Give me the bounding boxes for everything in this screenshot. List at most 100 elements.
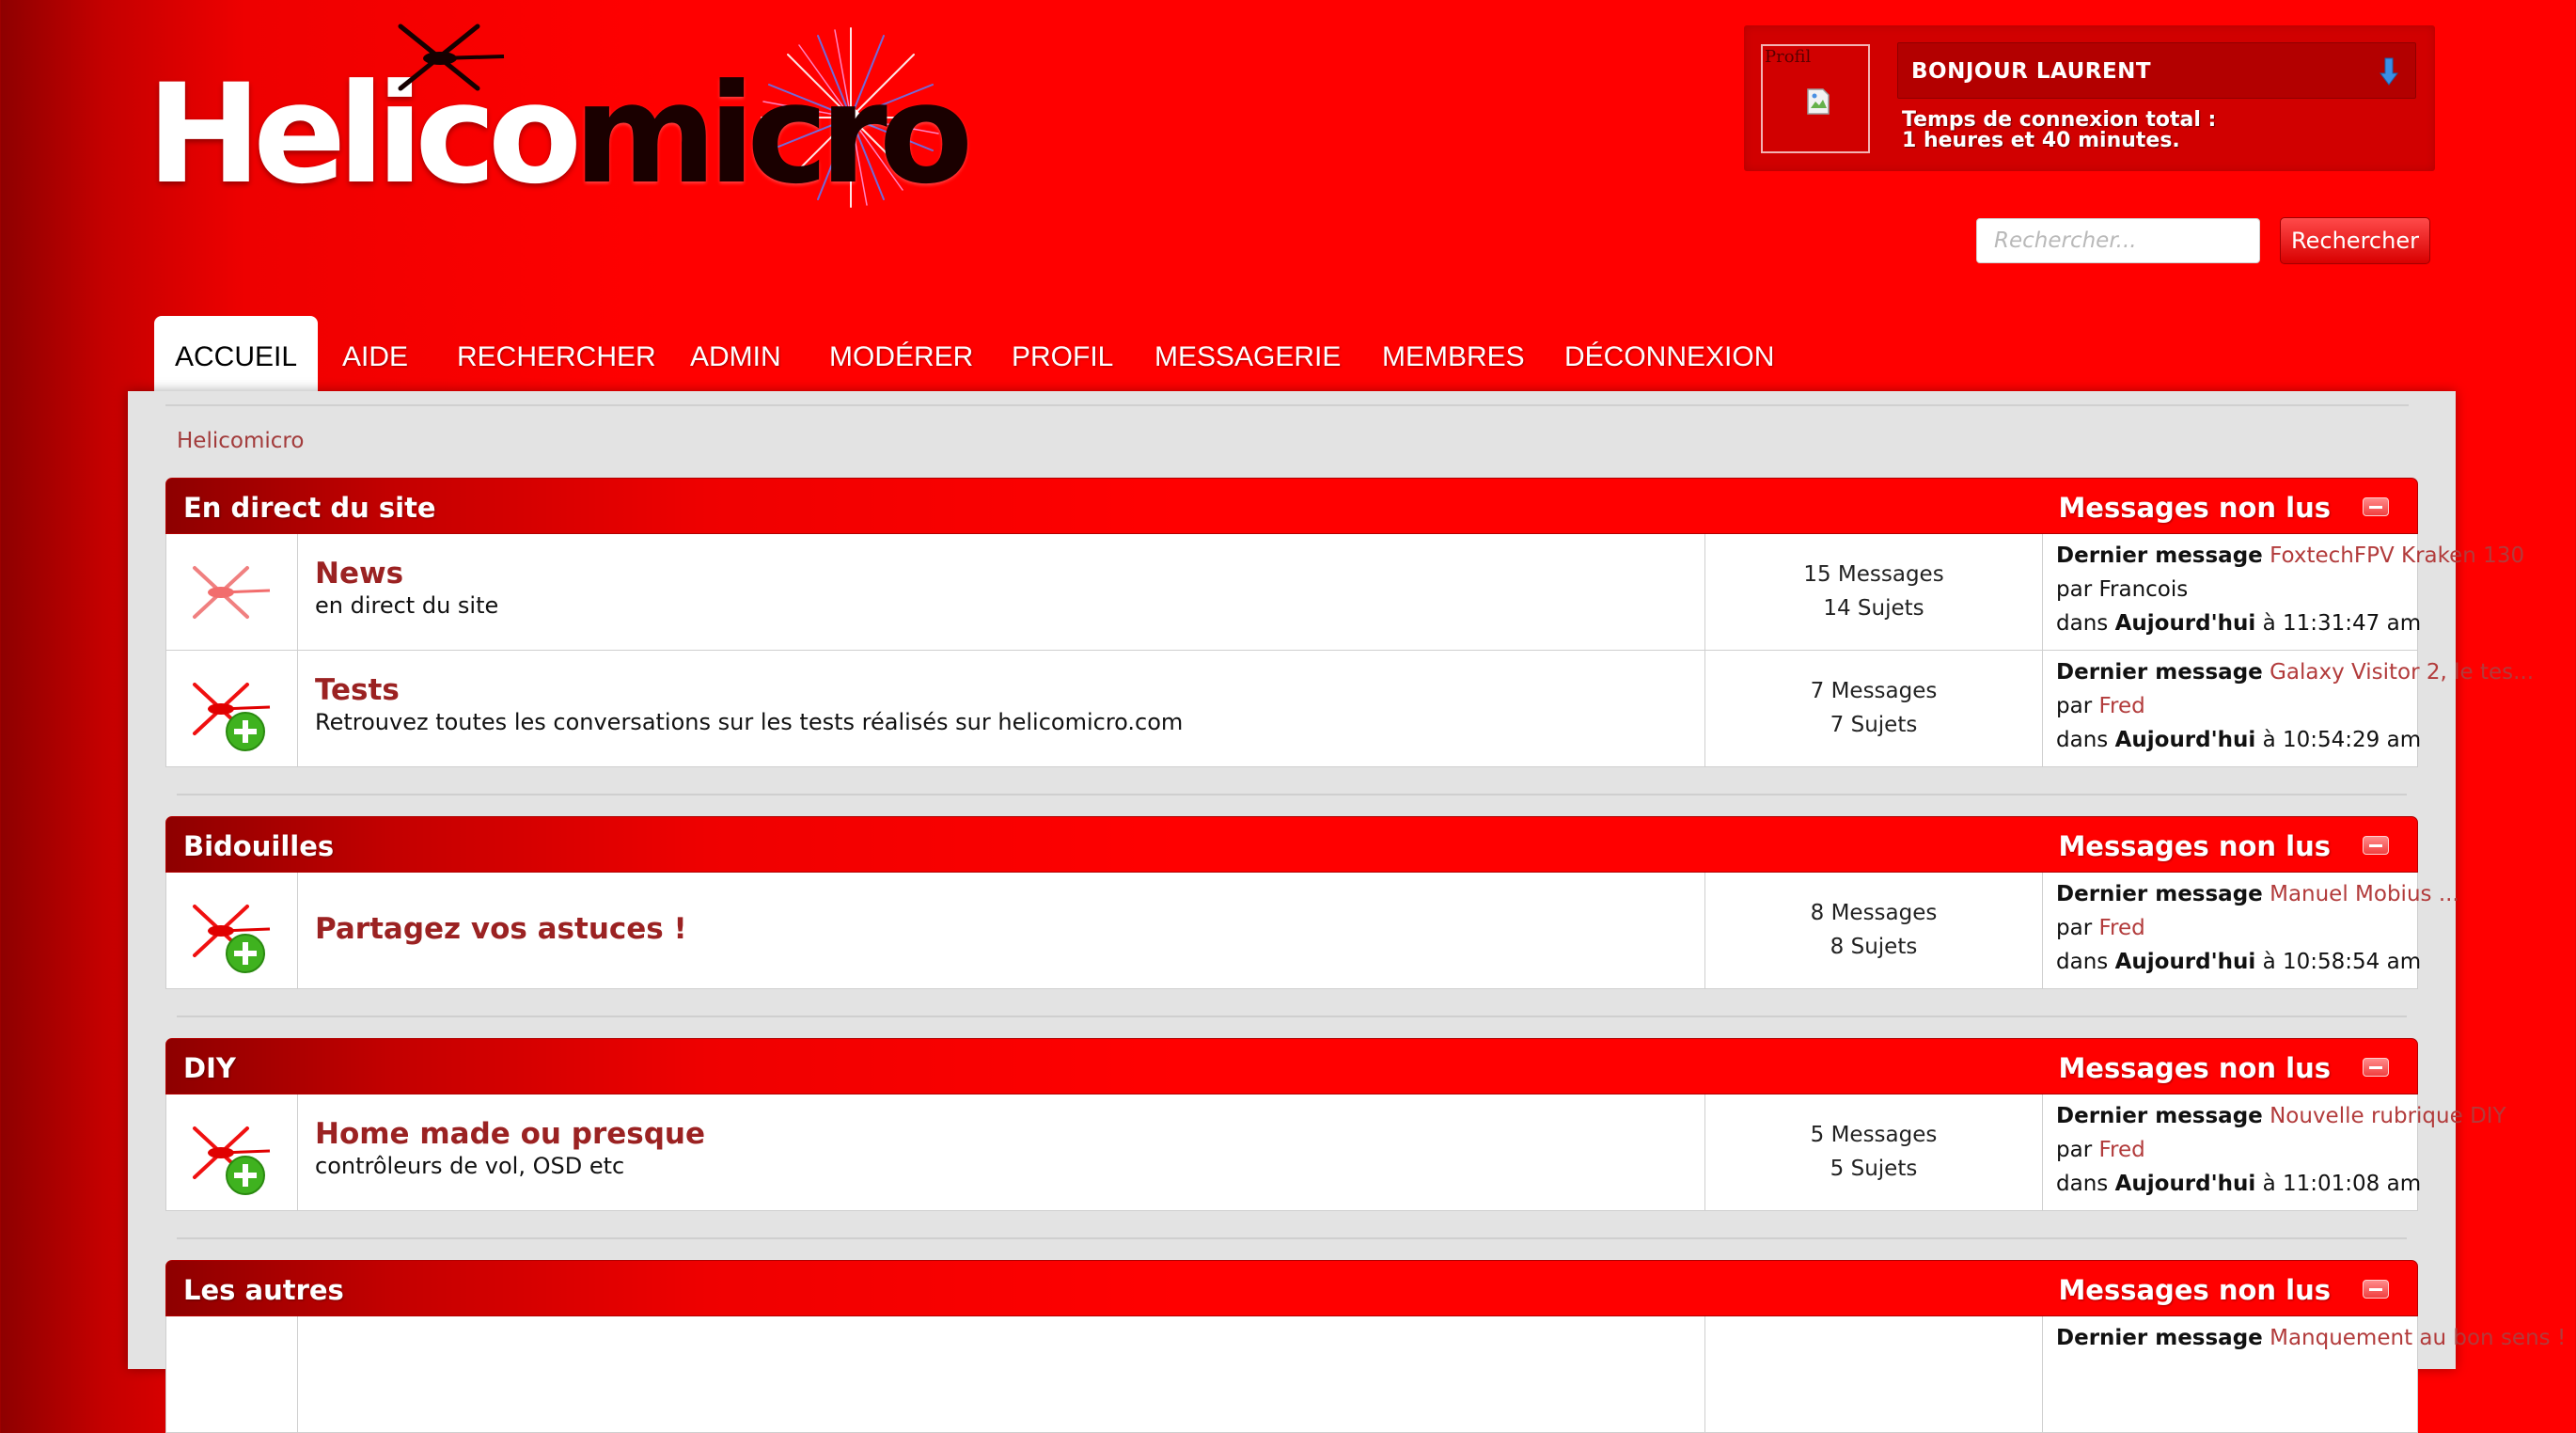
- user-greeting: BONJOUR LAURENT: [1911, 59, 2152, 84]
- nav-profil[interactable]: PROFIL: [1012, 316, 1113, 391]
- collapse-icon[interactable]: [2363, 836, 2389, 855]
- last-post-day: Aujourd'hui: [2114, 950, 2256, 974]
- category-bidouilles: Bidouilles Messages non lus Partagez vos: [165, 816, 2459, 989]
- nav-aide[interactable]: AIDE: [342, 316, 408, 391]
- in-label: dans: [2056, 1172, 2109, 1196]
- divider: [177, 1237, 2407, 1239]
- logo-wordmark: Helicomicro: [147, 55, 973, 214]
- forum-stats-cell: 8 Messages 8 Sujets: [1705, 873, 2043, 988]
- last-post-time: à 11:01:08 am: [2262, 1172, 2422, 1196]
- forum-main-cell: Partagez vos astuces !: [298, 873, 1705, 988]
- forum-stats-cell: [1705, 1316, 2043, 1432]
- avatar[interactable]: Profil: [1761, 44, 1870, 153]
- in-label: dans: [2056, 728, 2109, 752]
- unread-messages-link[interactable]: Messages non lus: [2058, 830, 2331, 862]
- helicopter-new-icon: [193, 683, 271, 751]
- category-diy: DIY Messages non lus Home made ou presqu: [165, 1038, 2506, 1211]
- forum-row: Partagez vos astuces ! 8 Messages 8 Suje…: [165, 873, 2459, 989]
- forum-main-cell: Home made ou presque contrôleurs de vol,…: [298, 1094, 1705, 1210]
- last-post-title[interactable]: Galaxy Visitor 2, le tes...: [2270, 660, 2534, 685]
- nav-accueil[interactable]: ACCUEIL: [154, 316, 319, 393]
- last-post-author[interactable]: Fred: [2098, 1138, 2144, 1162]
- nav-admin[interactable]: ADMIN: [690, 316, 781, 391]
- forum-title[interactable]: Tests: [315, 673, 400, 707]
- last-post-title[interactable]: Manuel Mobius ...: [2270, 882, 2459, 906]
- search-button[interactable]: Rechercher: [2280, 217, 2430, 264]
- forum-title[interactable]: Partagez vos astuces !: [315, 912, 687, 946]
- collapse-icon[interactable]: [2363, 1058, 2389, 1077]
- forum-row: Tests Retrouvez toutes les conversations…: [165, 651, 2534, 767]
- forum-description: Retrouvez toutes les conversations sur l…: [315, 709, 1184, 735]
- nav-deconnexion[interactable]: DÉCONNEXION: [1564, 316, 1774, 391]
- message-count: 7 Messages: [1810, 679, 1938, 703]
- forum-status-cell: [166, 534, 298, 650]
- category-header: DIY Messages non lus: [165, 1038, 2418, 1094]
- last-post-author[interactable]: Fred: [2098, 694, 2144, 718]
- nav-rechercher[interactable]: RECHERCHER: [457, 316, 656, 391]
- collapse-icon[interactable]: [2363, 1280, 2389, 1299]
- nav-messagerie[interactable]: MESSAGERIE: [1154, 316, 1341, 391]
- nav-moderer[interactable]: MODÉRER: [829, 316, 973, 391]
- last-post-label: Dernier message: [2056, 1326, 2263, 1350]
- last-post-cell: Dernier message Manuel Mobius ... par Fr…: [2043, 873, 2459, 988]
- category-title[interactable]: En direct du site: [183, 492, 436, 524]
- last-post-title[interactable]: Nouvelle rubrique DIY: [2270, 1104, 2506, 1128]
- last-post-cell: Dernier message FoxtechFPV Kraken 130 pa…: [2043, 534, 2524, 650]
- collapse-icon[interactable]: [2363, 497, 2389, 516]
- unread-messages-link[interactable]: Messages non lus: [2058, 492, 2331, 524]
- divider: [177, 1016, 2407, 1017]
- forum-status-cell: [166, 651, 298, 766]
- forum-title[interactable]: News: [315, 557, 403, 591]
- site-logo[interactable]: Helicomicro: [141, 19, 973, 216]
- last-post-title[interactable]: Manquement au bon sens !: [2270, 1326, 2566, 1350]
- last-post-cell: Dernier message Nouvelle rubrique DIY pa…: [2043, 1094, 2506, 1210]
- helicopter-new-icon: [193, 1126, 271, 1195]
- nav-membres[interactable]: MEMBRES: [1382, 316, 1525, 391]
- last-post-day: Aujourd'hui: [2114, 728, 2256, 752]
- message-count: 15 Messages: [1803, 562, 1944, 587]
- divider: [177, 794, 2407, 795]
- by-label: par: [2056, 1138, 2093, 1162]
- category-header: Bidouilles Messages non lus: [165, 816, 2418, 873]
- forum-main-cell: [298, 1316, 1705, 1432]
- by-label: par: [2056, 916, 2093, 940]
- last-post-label: Dernier message: [2056, 543, 2263, 568]
- forum-main-cell: News en direct du site: [298, 534, 1705, 650]
- forum-description: en direct du site: [315, 592, 499, 619]
- user-greeting-bar[interactable]: BONJOUR LAURENT: [1897, 42, 2416, 99]
- arrow-down-icon[interactable]: [2380, 56, 2398, 87]
- forum-title[interactable]: Home made ou presque: [315, 1117, 705, 1151]
- topic-count: 14 Sujets: [1823, 596, 1924, 621]
- forum-status-cell: [166, 873, 298, 988]
- category-title[interactable]: Les autres: [183, 1274, 344, 1306]
- last-post-day: Aujourd'hui: [2114, 1172, 2256, 1196]
- topic-count: 5 Sujets: [1830, 1157, 1918, 1181]
- last-post-author[interactable]: Fred: [2098, 916, 2144, 940]
- forum-row: Home made ou presque contrôleurs de vol,…: [165, 1094, 2506, 1211]
- connection-time-value: 1 heures et 40 minutes.: [1902, 129, 2180, 152]
- forum-row: News en direct du site 15 Messages 14 Su…: [165, 534, 2524, 651]
- unread-messages-link[interactable]: Messages non lus: [2058, 1274, 2331, 1306]
- category-header: En direct du site Messages non lus: [165, 478, 2418, 534]
- last-post-label: Dernier message: [2056, 882, 2263, 906]
- last-post-author: Francois: [2098, 577, 2189, 602]
- by-label: par: [2056, 577, 2093, 602]
- user-panel: Profil BONJOUR LAURENT Temps de connexio…: [1744, 25, 2435, 171]
- forum-description: contrôleurs de vol, OSD etc: [315, 1153, 625, 1179]
- breadcrumb[interactable]: Helicomicro: [177, 429, 304, 453]
- in-label: dans: [2056, 950, 2109, 974]
- category-title[interactable]: DIY: [183, 1052, 236, 1084]
- unread-messages-link[interactable]: Messages non lus: [2058, 1052, 2331, 1084]
- last-post-time: à 11:31:47 am: [2262, 611, 2422, 636]
- last-post-day: Aujourd'hui: [2114, 611, 2256, 636]
- forum-main-cell: Tests Retrouvez toutes les conversations…: [298, 651, 1705, 766]
- helicopter-icon: [398, 24, 505, 91]
- last-post-time: à 10:58:54 am: [2262, 950, 2422, 974]
- search-input[interactable]: [1976, 218, 2260, 263]
- helicopter-icon: [193, 566, 271, 619]
- category-title[interactable]: Bidouilles: [183, 830, 334, 862]
- forum-stats-cell: 7 Messages 7 Sujets: [1705, 651, 2043, 766]
- last-post-title[interactable]: FoxtechFPV Kraken 130: [2270, 543, 2524, 568]
- forum-stats-cell: 15 Messages 14 Sujets: [1705, 534, 2043, 650]
- category-les-autres: Les autres Messages non lus Dernier mess…: [165, 1260, 2566, 1433]
